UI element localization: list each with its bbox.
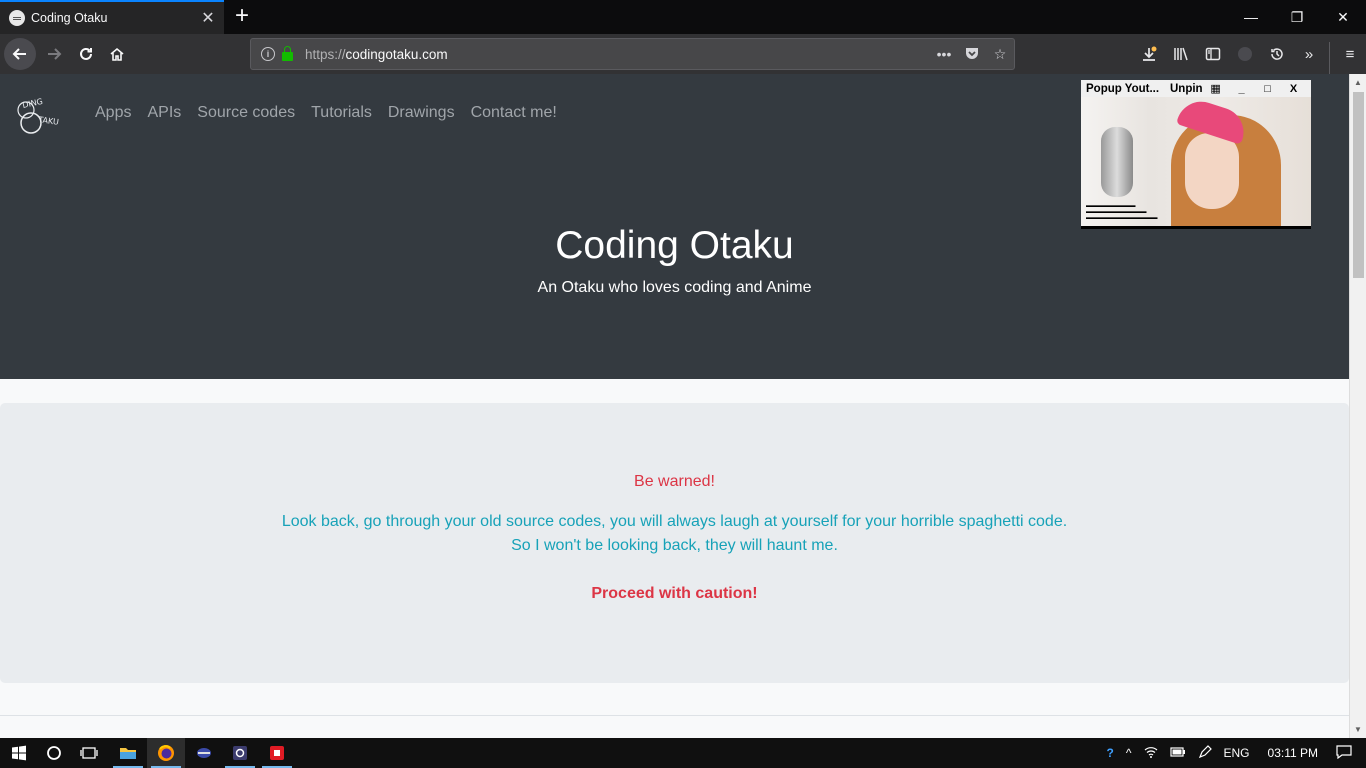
warning-jumbotron: Be warned! Look back, go through your ol… [0,403,1349,683]
os-taskbar: ? ^ ENG 03:11 PM [0,738,1366,768]
video-subtitles: ▬▬▬▬▬▬▬▬▬ ▬▬▬▬▬▬▬▬▬▬▬ ▬▬▬▬▬▬▬▬▬▬▬▬▬ [1086,203,1158,221]
nav-link-source-codes[interactable]: Source codes [189,104,303,122]
secure-lock-icon[interactable] [282,46,293,61]
forward-button[interactable] [38,38,70,70]
popup-video-frame[interactable]: ▬▬▬▬▬▬▬▬▬ ▬▬▬▬▬▬▬▬▬▬▬ ▬▬▬▬▬▬▬▬▬▬▬▬▬ [1081,97,1311,226]
page-actions-icon[interactable]: ••• [930,46,958,62]
sidebar-icon[interactable] [1197,38,1229,70]
back-arrow-icon [12,48,26,60]
menu-hamburger-icon[interactable]: ≡ [1334,38,1366,70]
page-viewport: DING TAKU Apps APIs Source codes Tutoria… [0,74,1366,738]
system-tray: ? ^ ENG 03:11 PM [1101,738,1366,768]
pocket-icon[interactable] [958,45,986,64]
singer-face-graphic [1185,133,1239,209]
popup-close-button[interactable]: X [1281,83,1307,95]
site-info-icon[interactable]: i [261,47,275,61]
site-logo[interactable]: DING TAKU [14,92,76,138]
app-taskbar-icon-2[interactable] [258,738,296,768]
popup-unpin-button[interactable]: Unpin [1170,83,1203,95]
warning-title: Be warned! [634,473,715,490]
hero-subtitle: An Otaku who loves coding and Anime [537,279,812,296]
url-bar[interactable]: i https://codingotaku.com ••• ☆ [250,38,1015,70]
scroll-up-icon[interactable]: ▲ [1350,74,1366,91]
settings-taskbar-icon[interactable] [221,738,259,768]
nav-link-drawings[interactable]: Drawings [380,104,463,122]
downloads-icon[interactable] [1133,38,1165,70]
home-button[interactable] [101,38,133,70]
popup-titlebar[interactable]: Popup Yout... Unpin ▦ _ □ X [1081,80,1311,97]
section-divider [0,715,1349,716]
browser-tab[interactable]: Coding Otaku ✕ [0,0,224,34]
warning-line-2: So I won't be looking back, they will ha… [511,537,838,554]
toolbar-right: » ≡ [1133,38,1366,74]
tray-expand-chevron-icon[interactable]: ^ [1120,746,1138,760]
tab-title: Coding Otaku [31,11,108,25]
nav-link-apis[interactable]: APIs [139,104,189,122]
url-scheme: https:// [305,46,346,62]
popup-grid-icon[interactable]: ▦ [1203,82,1229,95]
tab-close-icon[interactable]: ✕ [196,8,220,28]
hero-title: Coding Otaku [555,224,794,267]
back-button[interactable] [4,38,36,70]
nav-toolbar: i https://codingotaku.com ••• ☆ » ≡ [0,34,1366,74]
svg-text:DING: DING [22,97,44,110]
library-icon[interactable] [1165,38,1197,70]
scroll-thumb[interactable] [1353,92,1364,278]
windows-start-icon[interactable] [0,738,38,768]
firefox-taskbar-icon[interactable] [147,738,185,768]
nav-link-apps[interactable]: Apps [87,104,139,122]
toolbar-separator [1329,42,1330,74]
app-taskbar-icon-1[interactable] [185,738,223,768]
window-restore-icon[interactable]: ❐ [1274,0,1320,34]
extension-icon[interactable] [1229,38,1261,70]
help-icon[interactable]: ? [1101,746,1120,760]
file-explorer-icon[interactable] [109,738,147,768]
warning-final: Proceed with caution! [591,585,758,602]
language-indicator[interactable]: ENG [1218,746,1256,760]
url-host: codingotaku.com [345,46,448,62]
url-text[interactable]: https://codingotaku.com [305,47,930,62]
popup-minimize-button[interactable]: _ [1229,83,1255,95]
clock[interactable]: 03:11 PM [1256,746,1330,760]
popup-youtube-window[interactable]: Popup Yout... Unpin ▦ _ □ X ▬▬▬▬▬▬▬▬▬ ▬▬▬… [1081,80,1311,229]
forward-arrow-icon [48,48,62,60]
pen-icon[interactable] [1192,744,1218,762]
scroll-down-icon[interactable]: ▼ [1350,721,1366,738]
window-controls: — ❐ ✕ [1228,0,1366,34]
window-minimize-icon[interactable]: — [1228,0,1274,34]
microphone-graphic [1101,127,1133,197]
cortana-search-icon[interactable] [35,738,73,768]
overflow-chevron-icon[interactable]: » [1293,38,1325,70]
reload-button[interactable] [70,38,102,70]
site-nav: Apps APIs Source codes Tutorials Drawing… [87,104,565,122]
window-close-icon[interactable]: ✕ [1320,0,1366,34]
page-scrollbar[interactable]: ▲ ▼ [1349,74,1366,738]
home-icon [110,47,124,61]
wifi-icon[interactable] [1138,746,1164,761]
nav-link-contact[interactable]: Contact me! [463,104,565,122]
popup-maximize-icon[interactable]: □ [1255,83,1281,95]
nav-link-tutorials[interactable]: Tutorials [303,104,380,122]
history-icon[interactable] [1261,38,1293,70]
site-favicon-icon [9,10,25,26]
battery-icon[interactable] [1164,746,1192,760]
bookmark-star-icon[interactable]: ☆ [986,46,1014,63]
warning-line-1: Look back, go through your old source co… [281,513,1068,530]
reload-icon [80,47,92,60]
action-center-icon[interactable] [1330,744,1366,762]
new-tab-button[interactable]: + [229,3,255,31]
tab-strip: Coding Otaku ✕ + — ❐ ✕ [0,0,1366,34]
popup-title: Popup Yout... [1086,82,1160,95]
task-view-icon[interactable] [70,738,108,768]
